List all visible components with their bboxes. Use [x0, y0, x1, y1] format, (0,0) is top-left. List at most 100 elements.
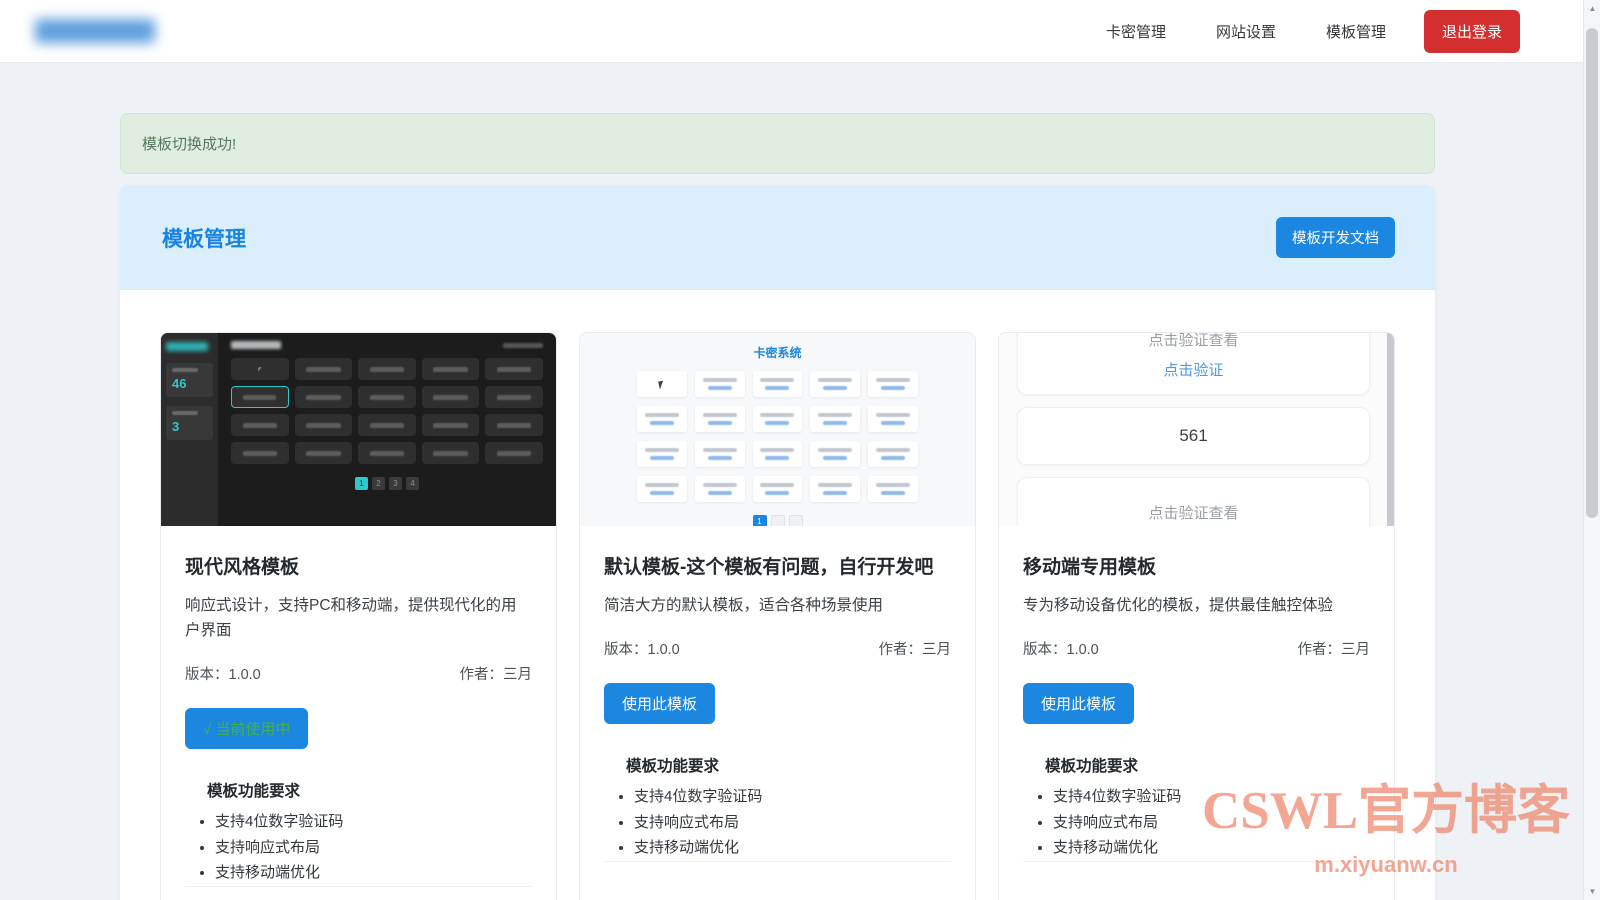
preview-code-value: 561 — [1179, 426, 1208, 445]
preview-grid-button — [358, 414, 416, 436]
template-features: 模板功能要求 支持4位数字验证码 支持响应式布局 支持移动端优化 — [185, 779, 532, 886]
preview-page: 3 — [389, 477, 402, 490]
nav-link-template-management[interactable]: 模板管理 — [1326, 21, 1386, 42]
preview-grid-cell — [637, 406, 687, 432]
feature-item: 支持响应式布局 — [634, 810, 951, 836]
template-description: 专为移动设备优化的模板，提供最佳触控体验 — [1023, 597, 1334, 614]
feature-item: 支持移动端优化 — [634, 835, 951, 861]
template-features: 模板功能要求 支持4位数字验证码 支持响应式布局 支持移动端优化 — [604, 754, 951, 861]
preview-grid-button — [231, 358, 289, 380]
preview-grid-cell — [868, 441, 918, 467]
template-author: 作者：三月 — [1297, 642, 1371, 659]
preview-page — [788, 515, 803, 526]
preview-grid-button — [231, 442, 289, 464]
template-preview-modern: 46 3 1 2 3 4 — [161, 333, 556, 526]
current-template-button[interactable]: √ 当前使用中 — [185, 708, 309, 750]
panel-header: 模板管理 模板开发文档 — [120, 185, 1435, 290]
preview-grid-button — [358, 442, 416, 464]
features-list: 支持4位数字验证码 支持响应式布局 支持移动端优化 — [604, 784, 951, 861]
scrollbar-thumb[interactable] — [1586, 28, 1598, 518]
preview-code-card: 561 — [1017, 407, 1370, 465]
template-meta: 版本：1.0.0 作者：三月 — [185, 663, 532, 684]
template-meta: 版本：1.0.0 作者：三月 — [604, 638, 951, 659]
scroll-up-icon[interactable]: ▲ — [1584, 0, 1600, 17]
success-alert: 模板切换成功! — [120, 113, 1435, 174]
preview-page-active: 1 — [355, 477, 368, 490]
features-title: 模板功能要求 — [207, 783, 301, 801]
template-name: 移动端专用模板 — [1023, 557, 1157, 578]
preview-grid-cell — [810, 371, 861, 397]
preview-grid-cell — [752, 441, 803, 467]
preview-grid-button — [294, 442, 353, 464]
preview-verify-link: 点击验证 — [1163, 362, 1224, 379]
page-title: 模板管理 — [162, 227, 246, 251]
preview-grid-cell — [810, 441, 861, 467]
use-template-button[interactable]: 使用此模板 — [604, 683, 716, 725]
template-card-footer — [604, 860, 951, 900]
template-name: 默认模板-这个模板有问题，自行开发吧 — [604, 557, 934, 578]
feature-item: 支持4位数字验证码 — [215, 809, 532, 835]
preview-grid-button — [231, 386, 289, 408]
feature-item: 支持4位数字验证码 — [1053, 784, 1370, 810]
app-logo-censored[interactable] — [35, 19, 155, 43]
preview-grid-button — [421, 386, 480, 408]
preview-grid-button — [485, 358, 543, 380]
preview-grid-cell — [637, 476, 687, 502]
feature-item: 支持移动端优化 — [1053, 835, 1370, 861]
nav-link-site-settings[interactable]: 网站设置 — [1216, 21, 1276, 42]
template-card-footer — [1023, 860, 1370, 900]
template-meta: 版本：1.0.0 作者：三月 — [1023, 638, 1370, 659]
preview-stat-card: 3 — [166, 406, 213, 440]
preview-view-text: 点击验证查看 — [1148, 505, 1239, 522]
preview-page — [770, 515, 785, 526]
preview-grid-cell — [637, 441, 687, 467]
preview-button-grid — [231, 358, 543, 464]
template-description: 响应式设计，支持PC和移动端，提供现代化的用户界面 — [185, 597, 517, 640]
preview-stat-value: 46 — [172, 376, 187, 391]
template-card-modern: 46 3 1 2 3 4 现代风格模板 响应式设计，支持PC和移动端，提供现代化… — [160, 332, 557, 900]
preview-header-text-censored — [503, 342, 543, 348]
use-template-button[interactable]: 使用此模板 — [1023, 683, 1135, 725]
logout-button[interactable]: 退出登录 — [1423, 9, 1520, 53]
template-version: 版本：1.0.0 — [185, 667, 261, 684]
preview-grid-button — [485, 414, 543, 436]
template-version: 版本：1.0.0 — [604, 642, 680, 659]
template-management-panel: 模板管理 模板开发文档 46 3 1 2 3 4 现代风格模板 响应式设计，支持… — [120, 185, 1435, 900]
preview-grid-button — [358, 386, 416, 408]
preview-verify-card: 点击验证查看 — [1017, 477, 1370, 526]
template-card-body: 现代风格模板 响应式设计，支持PC和移动端，提供现代化的用户界面 版本：1.0.… — [161, 526, 556, 900]
template-docs-button[interactable]: 模板开发文档 — [1276, 217, 1395, 258]
preview-verify-card: 点击验证查看 点击验证 — [1017, 333, 1370, 395]
nav-link-card-management[interactable]: 卡密管理 — [1106, 21, 1166, 42]
preview-pagination: 1 2 3 4 — [231, 477, 543, 490]
template-features: 模板功能要求 支持4位数字验证码 支持响应式布局 支持移动端优化 — [1023, 754, 1370, 861]
preview-logo-censored — [166, 342, 208, 351]
scroll-down-icon[interactable]: ▼ — [1584, 883, 1600, 900]
feature-item: 支持响应式布局 — [215, 835, 532, 861]
preview-sidebar: 46 3 — [161, 333, 218, 526]
template-card-mobile: 点击验证查看 点击验证 561 点击验证查看 移动端专用模板 专为移动设备优化的… — [998, 332, 1395, 900]
preview-grid-button — [294, 414, 353, 436]
preview-stat-label — [172, 411, 198, 415]
preview-grid-cell — [868, 371, 918, 397]
preview-grid-button — [231, 414, 289, 436]
alert-message: 模板切换成功! — [142, 136, 237, 153]
preview-main-area: 1 2 3 4 — [218, 333, 556, 526]
page-scrollbar[interactable]: ▲ ▼ — [1583, 0, 1600, 900]
features-list: 支持4位数字验证码 支持响应式布局 支持移动端优化 — [1023, 784, 1370, 861]
template-card-body: 默认模板-这个模板有问题，自行开发吧 简洁大方的默认模板，适合各种场景使用 版本… — [580, 526, 975, 900]
preview-grid-cell — [694, 406, 745, 432]
navbar-menu: 卡密管理 网站设置 模板管理 退出登录 — [1106, 9, 1520, 53]
template-grid: 46 3 1 2 3 4 现代风格模板 响应式设计，支持PC和移动端，提供现代化… — [160, 332, 1395, 900]
preview-grid-cell — [637, 371, 687, 397]
preview-stat-card: 46 — [166, 363, 213, 397]
preview-grid-button — [421, 358, 480, 380]
preview-header — [231, 341, 543, 349]
template-description: 简洁大方的默认模板，适合各种场景使用 — [604, 597, 884, 614]
preview-stat-label — [172, 368, 198, 372]
preview-grid-cell — [810, 406, 861, 432]
template-author: 作者：三月 — [878, 642, 952, 659]
preview-scrollbar — [1387, 333, 1394, 526]
template-author: 作者：三月 — [459, 667, 533, 684]
panel-body: 46 3 1 2 3 4 现代风格模板 响应式设计，支持PC和移动端，提供现代化… — [120, 290, 1435, 900]
